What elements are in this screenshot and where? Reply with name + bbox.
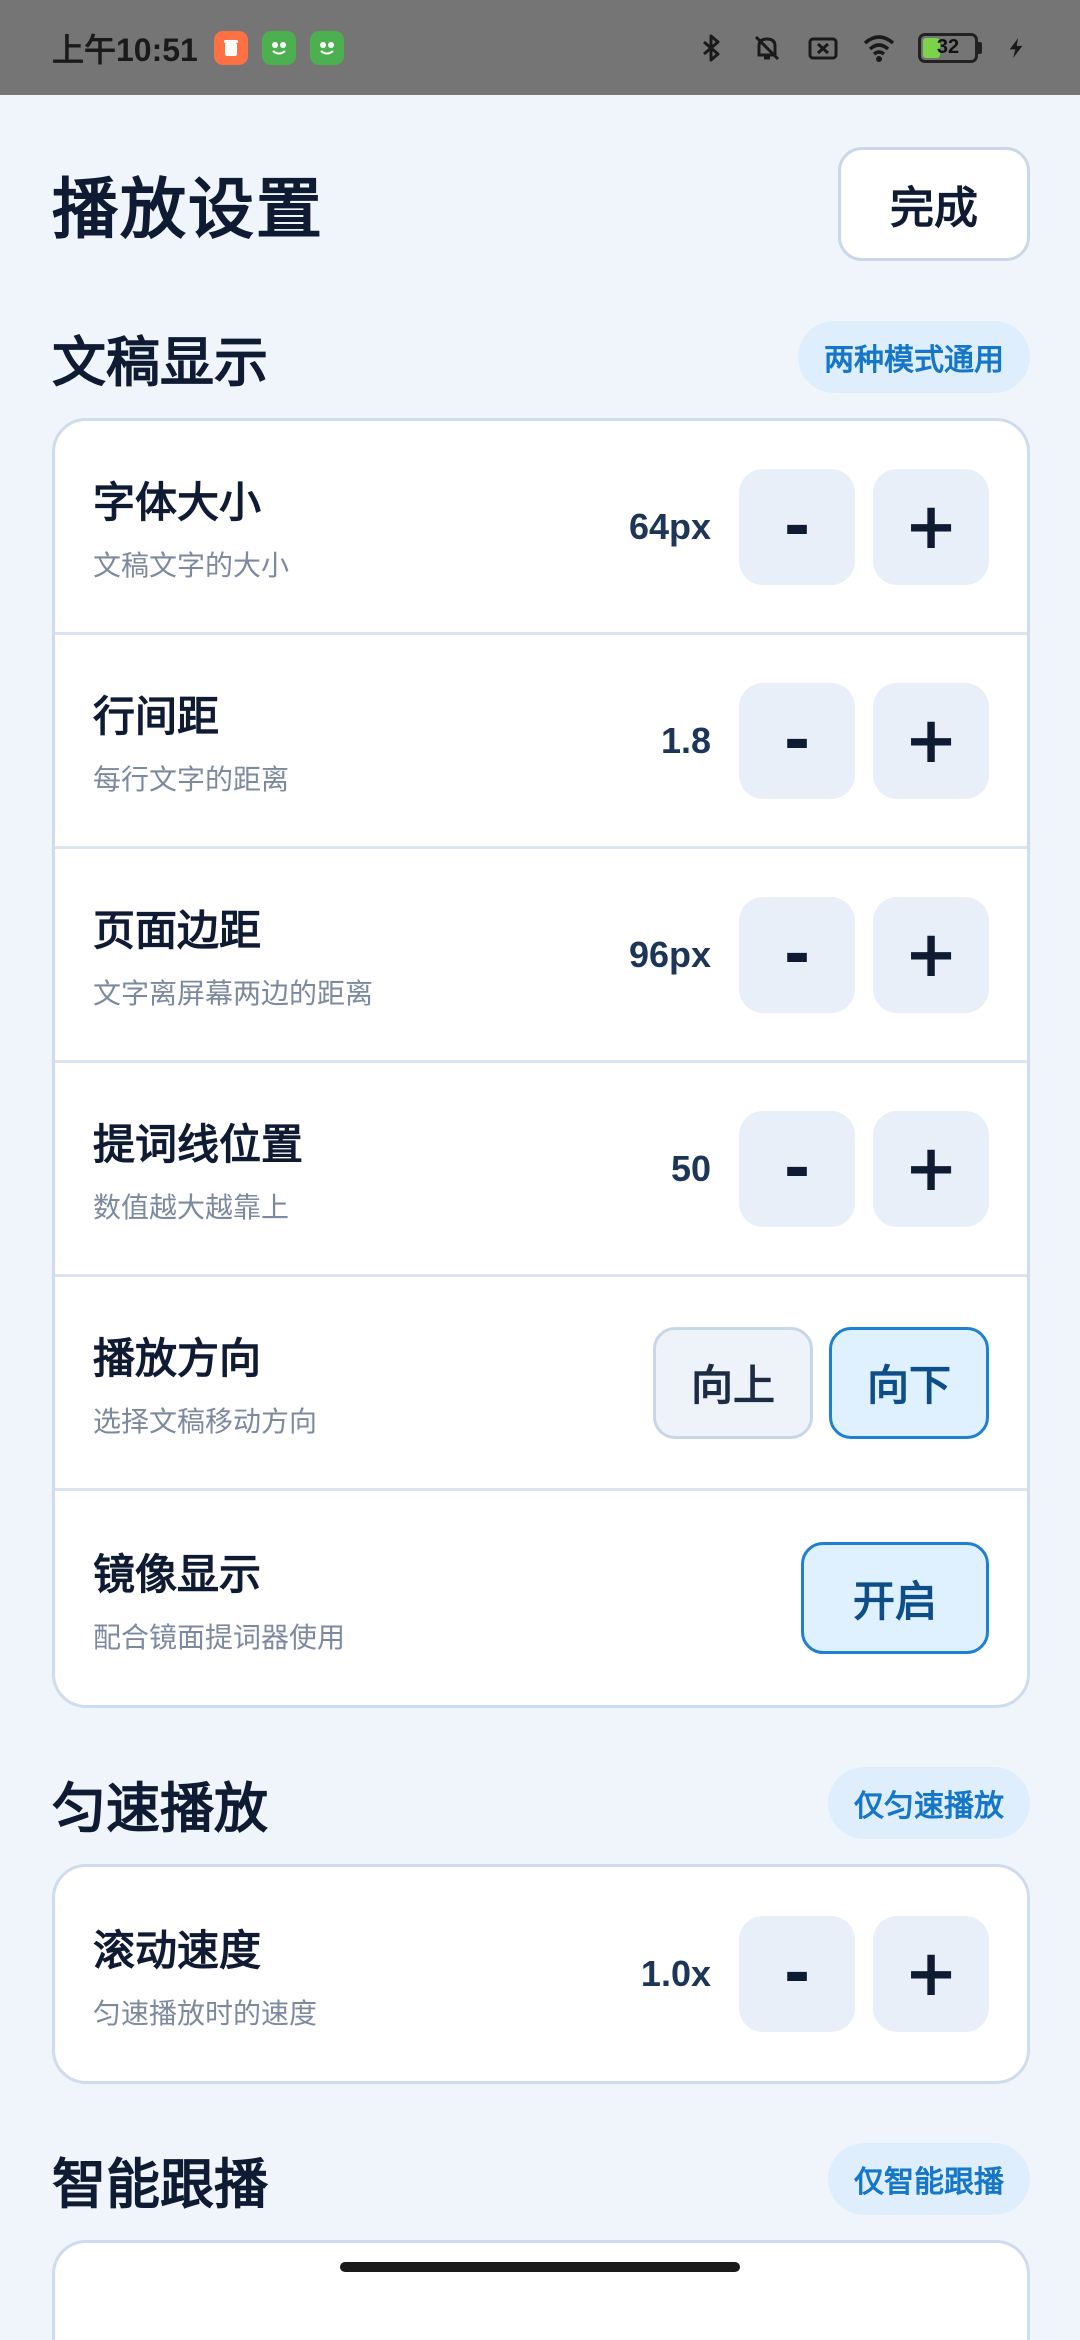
minus-icon: - <box>783 703 811 778</box>
setting-title: 滚动速度 <box>93 1925 262 1975</box>
direction-down-button[interactable]: 向下 <box>829 1326 989 1439</box>
page-margin-minus-button[interactable]: - <box>739 896 855 1013</box>
setting-description: 数值越大越靠上 <box>93 1191 290 1224</box>
done-button[interactable]: 完成 <box>838 147 1030 261</box>
minus-icon: - <box>783 1937 811 2011</box>
minus-icon: - <box>783 489 811 564</box>
font-size-value: 64px <box>628 505 711 547</box>
page-header: 播放设置 完成 <box>52 146 1030 262</box>
setting-description: 文稿文字的大小 <box>93 549 290 582</box>
mirror-toggle-button[interactable]: 开启 <box>801 1542 989 1654</box>
status-time: 上午10:51 <box>52 31 198 68</box>
page-margin-value: 96px <box>628 933 711 975</box>
constant-speed-card: 滚动速度 匀速播放时的速度 1.0x - + <box>52 1864 1030 2084</box>
charging-icon <box>1009 37 1023 58</box>
section-display-header: 文稿显示 两种模式通用 <box>52 318 1030 396</box>
frog-app-icon <box>261 30 296 65</box>
sim-off-icon <box>808 37 838 59</box>
section-title: 文稿显示 <box>52 330 268 394</box>
plus-icon: + <box>904 917 958 992</box>
line-height-minus-button[interactable]: - <box>739 682 855 799</box>
plus-icon: + <box>904 1131 958 1206</box>
setting-description: 匀速播放时的速度 <box>93 1996 318 2030</box>
setting-description: 文字离屏幕两边的距离 <box>93 977 374 1010</box>
setting-row-font-size: 字体大小 文稿文字的大小 64px - + <box>55 421 1027 635</box>
scroll-speed-value: 1.0x <box>640 1953 711 1994</box>
smart-follow-card <box>52 2240 1030 2340</box>
line-height-value: 1.8 <box>660 719 711 761</box>
setting-title: 行间距 <box>93 692 220 741</box>
frog-app-icon <box>309 30 344 65</box>
bluetooth-icon <box>703 34 720 61</box>
display-settings-card: 字体大小 文稿文字的大小 64px - + 行间距 每行文字的距离 1.8 - … <box>52 418 1030 1708</box>
setting-description: 配合镜面提词器使用 <box>93 1620 346 1654</box>
trash-app-icon <box>213 30 248 65</box>
cue-line-value: 50 <box>670 1147 711 1189</box>
plus-icon: + <box>904 489 958 564</box>
setting-row-mirror: 镜像显示 配合镜面提词器使用 开启 <box>55 1491 1027 1705</box>
battery-level: 32 <box>936 36 960 58</box>
scroll-speed-minus-button[interactable]: - <box>739 1916 855 2032</box>
wifi-icon <box>863 34 895 62</box>
scroll-speed-plus-button[interactable]: + <box>873 1916 989 2032</box>
section-title: 智能跟播 <box>52 2152 268 2216</box>
section-constant-header: 匀速播放 仅匀速播放 <box>52 1764 1030 1842</box>
setting-title: 页面边距 <box>93 906 262 955</box>
page-margin-plus-button[interactable]: + <box>873 896 989 1013</box>
cue-line-minus-button[interactable]: - <box>739 1110 855 1227</box>
home-indicator[interactable] <box>340 2262 740 2272</box>
setting-description: 选择文稿移动方向 <box>93 1405 318 1438</box>
scope-badge: 仅智能跟播 <box>828 2143 1030 2215</box>
minus-icon: - <box>783 917 811 992</box>
font-size-minus-button[interactable]: - <box>739 468 855 585</box>
setting-title: 字体大小 <box>93 478 262 527</box>
section-title: 匀速播放 <box>52 1776 268 1840</box>
plus-icon: + <box>904 703 958 778</box>
status-bar: 上午10:51 32 <box>0 0 1080 95</box>
scope-badge: 仅匀速播放 <box>828 1767 1030 1839</box>
section-smart-header: 智能跟播 仅智能跟播 <box>52 2140 1030 2218</box>
setting-row-scroll-speed: 滚动速度 匀速播放时的速度 1.0x - + <box>55 1867 1027 2081</box>
font-size-plus-button[interactable]: + <box>873 468 989 585</box>
setting-row-line-height: 行间距 每行文字的距离 1.8 - + <box>55 635 1027 849</box>
setting-row-page-margin: 页面边距 文字离屏幕两边的距离 96px - + <box>55 849 1027 1063</box>
line-height-plus-button[interactable]: + <box>873 682 989 799</box>
setting-title: 播放方向 <box>93 1334 262 1383</box>
page-title: 播放设置 <box>52 171 324 248</box>
mute-icon <box>754 35 780 60</box>
setting-row-direction: 播放方向 选择文稿移动方向 向上 向下 <box>55 1277 1027 1491</box>
setting-row-cue-line: 提词线位置 数值越大越靠上 50 - + <box>55 1063 1027 1277</box>
scope-badge: 两种模式通用 <box>798 321 1030 393</box>
battery-icon: 32 <box>918 32 982 63</box>
minus-icon: - <box>783 1131 811 1206</box>
setting-title: 提词线位置 <box>93 1120 304 1169</box>
setting-title: 镜像显示 <box>93 1549 262 1599</box>
setting-description: 每行文字的距离 <box>93 763 290 796</box>
direction-up-button[interactable]: 向上 <box>653 1326 813 1439</box>
notification-icons <box>213 30 344 65</box>
cue-line-plus-button[interactable]: + <box>873 1110 989 1227</box>
plus-icon: + <box>904 1937 958 2011</box>
